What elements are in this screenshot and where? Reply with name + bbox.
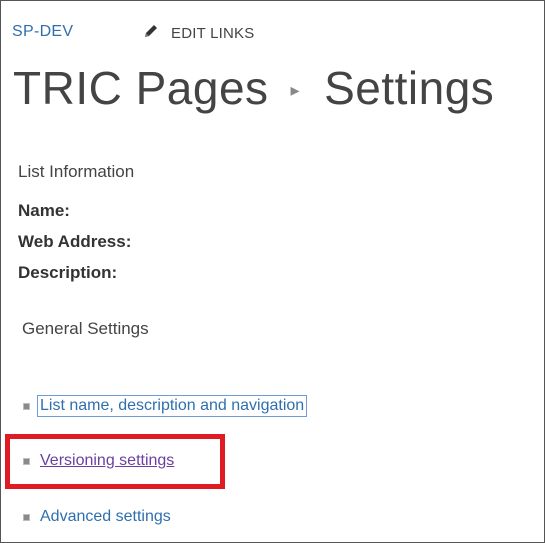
screenshot-frame: SP-DEV EDIT LINKS TRIC Pages ▸ Settings … [0, 0, 545, 543]
list-information-heading: List Information [18, 162, 135, 181]
advanced-settings-link[interactable]: Advanced settings [40, 508, 171, 526]
breadcrumb-separator: ▸ [290, 80, 301, 100]
name-field-label: Name: [18, 201, 70, 220]
breadcrumb-list-name[interactable]: TRIC Pages [13, 61, 269, 115]
list-item-name-description-navigation: List name, description and navigation [23, 395, 308, 417]
top-bar: SP-DEV [12, 23, 73, 41]
edit-links-label: EDIT LINKS [171, 24, 255, 42]
page-title: TRIC Pages ▸ Settings [13, 61, 494, 115]
edit-links-button[interactable]: EDIT LINKS [143, 23, 254, 43]
description-field-label: Description: [18, 263, 118, 282]
site-link[interactable]: SP-DEV [12, 23, 73, 41]
general-settings-heading: General Settings [22, 319, 149, 338]
web-address-field-label: Web Address: [18, 232, 132, 251]
breadcrumb-current-page: Settings [324, 62, 495, 114]
highlight-annotation-box [5, 434, 225, 489]
bullet-icon [23, 513, 30, 521]
list-item-advanced-settings: Advanced settings [23, 508, 171, 526]
bullet-icon [23, 402, 30, 410]
list-name-description-navigation-link[interactable]: List name, description and navigation [37, 395, 308, 417]
pencil-icon [143, 23, 171, 43]
